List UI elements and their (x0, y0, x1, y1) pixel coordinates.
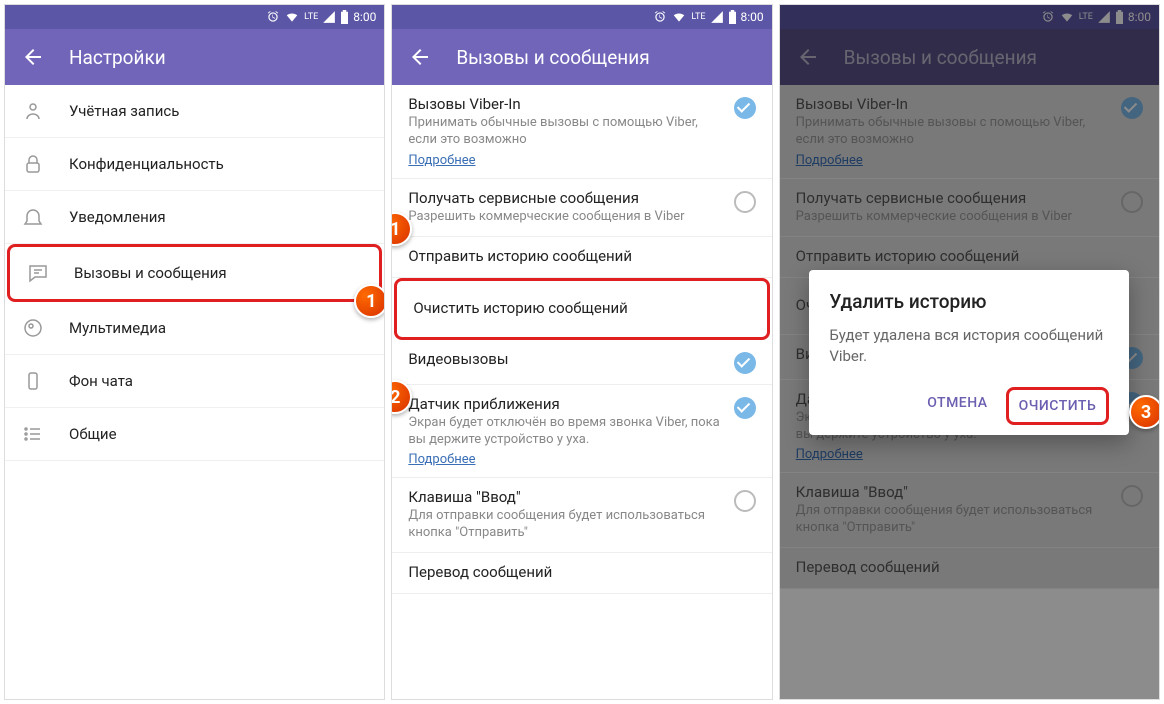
phone-screen-2: LTE 8:00 Вызовы и сообщения Вызовы Viber… (391, 4, 772, 700)
chat-icon (26, 261, 50, 285)
wifi-icon (284, 10, 300, 24)
settings-item-privacy[interactable]: Конфиденциальность (5, 138, 384, 191)
dialog-message: Будет удалена вся история сообщений Vibe… (829, 325, 1109, 367)
setting-desc: Экран будет отключён во время звонка Vib… (408, 415, 725, 449)
setting-title: Видеовызовы (408, 350, 725, 368)
status-time: 8:00 (353, 10, 376, 24)
setting-title: Отправить историю сообщений (408, 247, 747, 265)
setting-desc: Разрешить коммерческие сообщения в Viber (408, 209, 725, 226)
item-label: Мультимедиа (69, 319, 166, 337)
battery-icon (728, 10, 737, 24)
toggle-on-icon[interactable] (734, 97, 756, 119)
calls-settings-list: Вызовы Viber-In Принимать обычные вызовы… (392, 85, 771, 594)
dialog-title: Удалить историю (829, 290, 1109, 313)
signal-icon (710, 10, 724, 24)
app-bar: Вызовы и сообщения (392, 29, 771, 85)
app-bar: Настройки (5, 29, 384, 85)
setting-proximity[interactable]: Датчик приближения Экран будет отключён … (392, 385, 771, 479)
setting-title: Перевод сообщений (408, 563, 747, 581)
item-label: Фон чата (69, 372, 133, 390)
toggle-on-icon[interactable] (734, 397, 756, 419)
dialog-actions: ОТМЕНА ОЧИСТИТЬ (829, 387, 1109, 425)
list-icon (21, 422, 45, 446)
lock-icon (21, 152, 45, 176)
setting-send-history[interactable]: Отправить историю сообщений (392, 237, 771, 278)
confirm-dialog: Удалить историю Будет удалена вся истори… (809, 270, 1129, 435)
media-icon (21, 316, 45, 340)
app-bar-title: Вызовы и сообщения (456, 46, 649, 69)
settings-item-background[interactable]: Фон чата (5, 355, 384, 408)
step-badge-3: 3 (1129, 395, 1160, 429)
battery-icon (340, 10, 349, 24)
toggle-off-icon[interactable] (734, 191, 756, 213)
setting-title: Очистить историю сообщений (413, 299, 742, 317)
setting-title: Датчик приближения (408, 395, 725, 413)
alarm-icon (653, 10, 667, 24)
bell-icon (21, 205, 45, 229)
more-link[interactable]: Подробнее (408, 452, 475, 467)
settings-item-account[interactable]: Учётная запись (5, 85, 384, 138)
settings-item-general[interactable]: Общие (5, 408, 384, 461)
setting-video-calls[interactable]: Видеовызовы (392, 340, 771, 385)
setting-translate[interactable]: Перевод сообщений (392, 553, 771, 594)
setting-viber-in[interactable]: Вызовы Viber-In Принимать обычные вызовы… (392, 85, 771, 179)
setting-service-msgs[interactable]: Получать сервисные сообщения Разрешить к… (392, 179, 771, 237)
settings-list: Учётная запись Конфиденциальность Уведом… (5, 85, 384, 461)
phone-bg-icon (21, 369, 45, 393)
back-icon[interactable] (408, 45, 432, 69)
modal-overlay[interactable]: Удалить историю Будет удалена вся истори… (780, 5, 1159, 699)
item-label: Вызовы и сообщения (74, 264, 227, 282)
phone-screen-3: LTE 8:00 Вызовы и сообщения Вызовы Viber… (779, 4, 1160, 700)
setting-clear-history[interactable]: Очистить историю сообщений (394, 278, 769, 340)
setting-enter-key[interactable]: Клавиша "Ввод" Для отправки сообщения бу… (392, 478, 771, 553)
step-badge-1: 1 (354, 284, 385, 318)
cancel-button[interactable]: ОТМЕНА (917, 387, 997, 425)
status-bar: LTE 8:00 (392, 5, 771, 29)
setting-title: Клавиша "Ввод" (408, 488, 725, 506)
wifi-icon (671, 10, 687, 24)
settings-item-notifications[interactable]: Уведомления (5, 191, 384, 244)
status-bar: LTE 8:00 (5, 5, 384, 29)
item-label: Уведомления (69, 208, 166, 226)
app-bar-title: Настройки (69, 46, 166, 69)
settings-item-media[interactable]: Мультимедиа (5, 302, 384, 355)
item-label: Конфиденциальность (69, 155, 224, 173)
lte-icon: LTE (304, 13, 318, 22)
person-icon (21, 99, 45, 123)
signal-icon (322, 10, 336, 24)
item-label: Общие (69, 425, 117, 443)
setting-desc: Принимать обычные вызовы с помощью Viber… (408, 115, 725, 149)
settings-item-calls-messages[interactable]: Вызовы и сообщения (7, 244, 382, 302)
phone-screen-1: LTE 8:00 Настройки Учётная запись Конфид… (4, 4, 385, 700)
toggle-off-icon[interactable] (734, 490, 756, 512)
setting-title: Получать сервисные сообщения (408, 189, 725, 207)
item-label: Учётная запись (69, 102, 179, 120)
toggle-on-icon[interactable] (734, 352, 756, 374)
setting-title: Вызовы Viber-In (408, 95, 725, 113)
alarm-icon (266, 10, 280, 24)
confirm-button[interactable]: ОЧИСТИТЬ (1006, 387, 1110, 425)
setting-desc: Для отправки сообщения будет использоват… (408, 508, 725, 542)
lte-icon: LTE (691, 13, 705, 22)
more-link[interactable]: Подробнее (408, 153, 475, 168)
back-icon[interactable] (21, 45, 45, 69)
status-time: 8:00 (741, 10, 764, 24)
